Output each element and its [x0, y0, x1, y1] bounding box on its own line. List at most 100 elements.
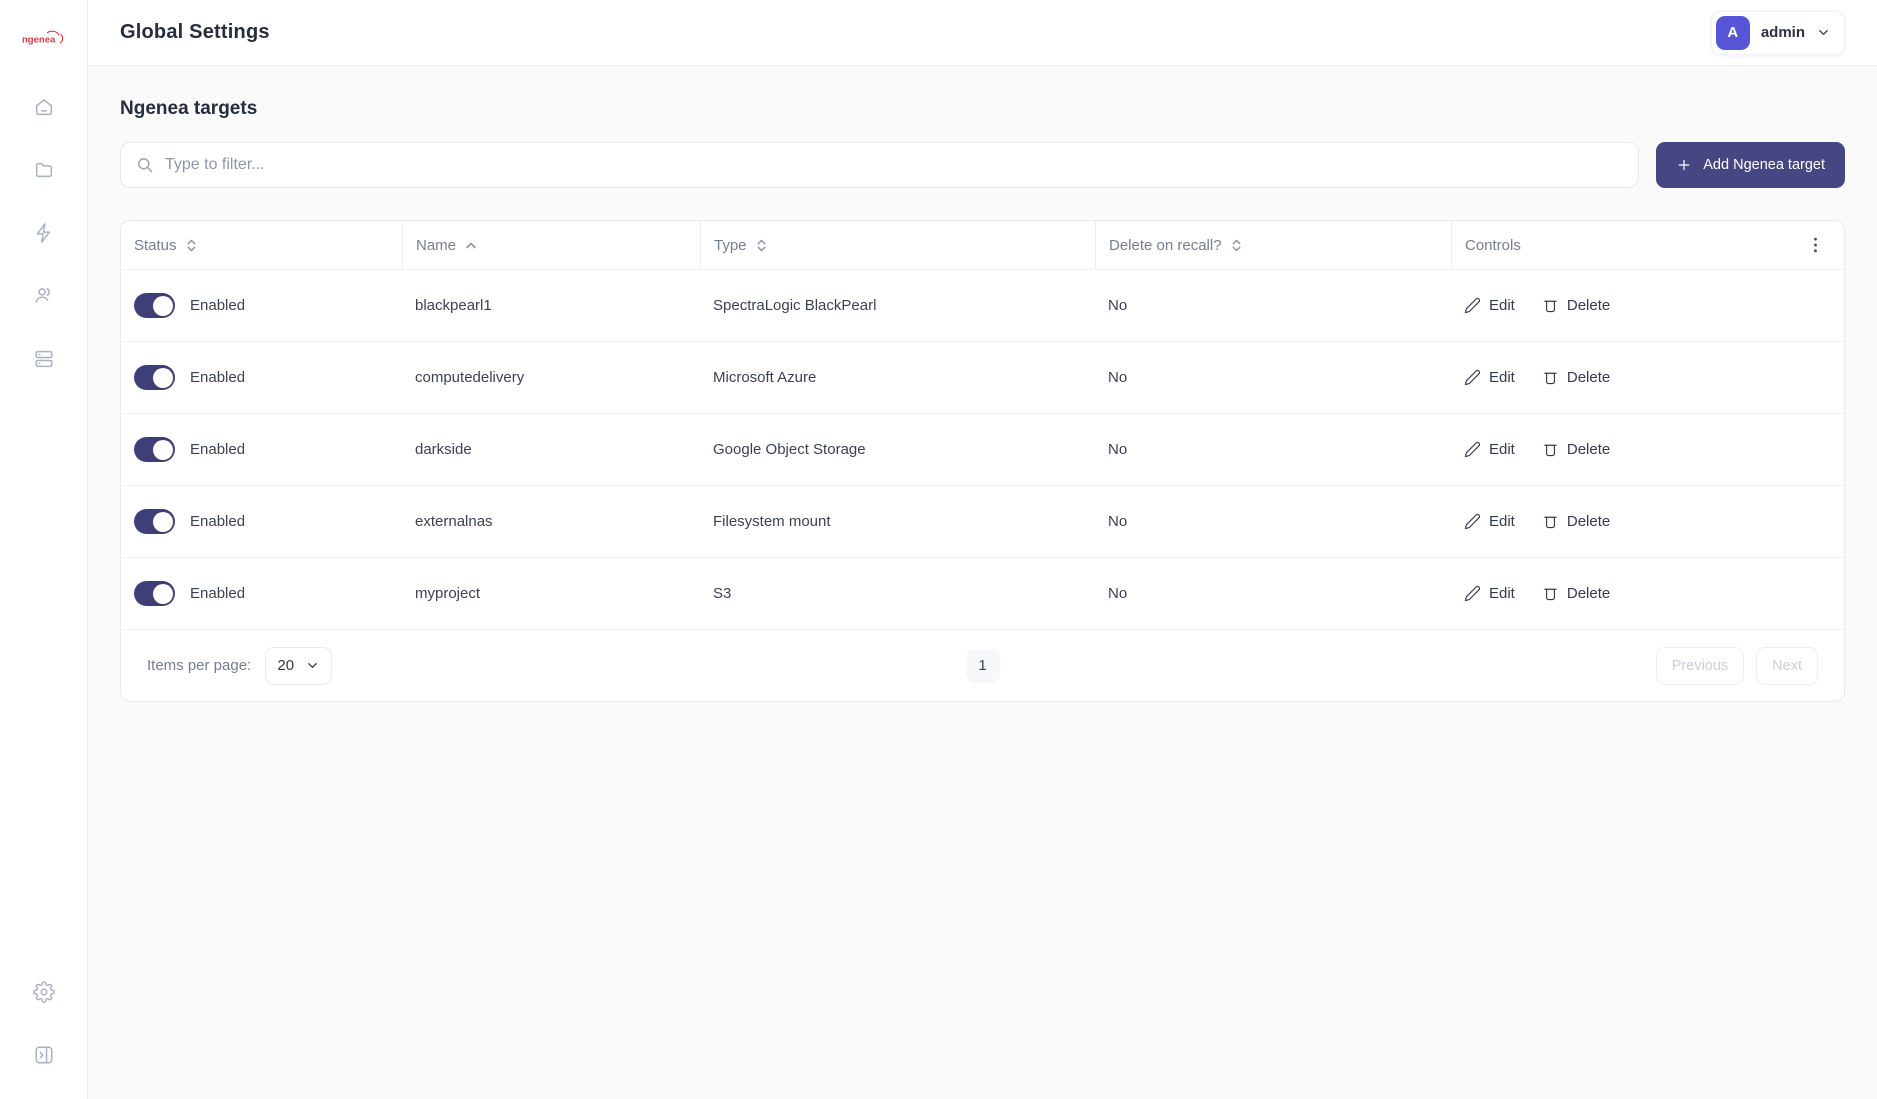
items-per-page-select[interactable]: 20 [265, 646, 333, 685]
ngenea-logo[interactable]: ngenea [20, 26, 68, 50]
page-title: Global Settings [120, 21, 270, 43]
delete-button[interactable]: Delete [1542, 369, 1610, 386]
status-toggle[interactable] [134, 581, 175, 606]
servers-icon[interactable] [33, 348, 55, 370]
chevron-down-icon [308, 663, 317, 668]
toolbar: Add Ngenea target [120, 142, 1845, 188]
pencil-icon [1464, 513, 1481, 530]
target-name: externalnas [415, 513, 493, 530]
toggle-knob [152, 439, 173, 460]
table-header-row: Status Name Type Delete on recall? Contr… [121, 221, 1844, 269]
pencil-icon [1464, 297, 1481, 314]
delete-button[interactable]: Delete [1542, 441, 1610, 458]
edit-button[interactable]: Edit [1464, 585, 1515, 602]
delete-button[interactable]: Delete [1542, 585, 1610, 602]
column-label: Controls [1465, 236, 1521, 254]
delete-label: Delete [1566, 513, 1611, 530]
collapse-panel-icon[interactable] [33, 1044, 55, 1066]
sidebar-nav [33, 96, 55, 370]
pencil-icon [1464, 585, 1481, 602]
next-page-button[interactable]: Next [1756, 646, 1818, 685]
delete-label: Delete [1566, 585, 1611, 602]
items-per-page-value: 20 [277, 657, 295, 674]
target-type: Google Object Storage [713, 441, 866, 458]
edit-label: Edit [1489, 297, 1515, 314]
toggle-knob [152, 295, 173, 316]
table-row: Enabled darkside Google Object Storage N… [121, 413, 1844, 485]
main-area: Global Settings A admin Ngenea targets A… [88, 0, 1877, 1099]
status-toggle[interactable] [134, 437, 175, 462]
status-toggle[interactable] [134, 509, 175, 534]
users-icon[interactable] [33, 285, 55, 307]
settings-gear-icon[interactable] [32, 981, 55, 1003]
user-name: admin [1760, 24, 1805, 41]
status-label: Enabled [190, 297, 246, 314]
folder-icon[interactable] [33, 159, 55, 181]
user-menu[interactable]: A admin [1710, 10, 1845, 55]
column-header-controls: Controls [1451, 221, 1844, 269]
delete-label: Delete [1566, 441, 1611, 458]
toggle-knob [152, 367, 173, 388]
edit-label: Edit [1489, 513, 1515, 530]
home-icon[interactable] [33, 96, 55, 118]
edit-button[interactable]: Edit [1464, 441, 1515, 458]
sidebar: ngenea [0, 0, 88, 1099]
avatar: A [1715, 15, 1750, 50]
target-type: Microsoft Azure [713, 369, 817, 386]
toggle-knob [152, 583, 173, 604]
status-label: Enabled [190, 369, 246, 386]
status-toggle[interactable] [134, 293, 175, 318]
trash-icon [1544, 300, 1557, 313]
target-name: computedelivery [415, 369, 525, 386]
edit-button[interactable]: Edit [1464, 369, 1515, 386]
edit-button[interactable]: Edit [1464, 513, 1515, 530]
targets-table: Status Name Type Delete on recall? Contr… [120, 220, 1845, 702]
table-footer: Items per page: 20 1 Previous Next [121, 629, 1844, 701]
add-button-label: Add Ngenea target [1703, 157, 1825, 173]
status-label: Enabled [190, 441, 246, 458]
items-per-page-label: Items per page: [147, 657, 252, 674]
delete-on-recall-value: No [1108, 585, 1128, 602]
delete-on-recall-value: No [1108, 441, 1128, 458]
search-icon [138, 158, 153, 173]
add-ngenea-target-button[interactable]: Add Ngenea target [1656, 142, 1845, 188]
table-row: Enabled externalnas Filesystem mount No … [121, 485, 1844, 557]
target-type: SpectraLogic BlackPearl [713, 297, 877, 314]
trash-icon [1544, 444, 1557, 457]
sidebar-bottom [32, 981, 55, 1066]
page-1-button[interactable]: 1 [965, 648, 1000, 683]
delete-button[interactable]: Delete [1542, 513, 1610, 530]
status-label: Enabled [190, 513, 246, 530]
plus-icon [1678, 159, 1690, 171]
column-label: Type [714, 236, 747, 254]
status-label: Enabled [190, 585, 246, 602]
column-header-type[interactable]: Type [700, 221, 1095, 269]
sort-both-icon [1232, 239, 1241, 251]
previous-page-button[interactable]: Previous [1655, 646, 1745, 685]
target-name: darkside [415, 441, 472, 458]
table-row: Enabled blackpearl1 SpectraLogic BlackPe… [121, 269, 1844, 341]
column-header-name[interactable]: Name [402, 221, 700, 269]
delete-label: Delete [1566, 297, 1611, 314]
column-label: Delete on recall? [1109, 236, 1222, 254]
filter-input[interactable] [165, 156, 1625, 174]
column-header-delete-on-recall[interactable]: Delete on recall? [1095, 221, 1451, 269]
lightning-icon[interactable] [33, 222, 55, 244]
edit-button[interactable]: Edit [1464, 297, 1515, 314]
status-toggle[interactable] [134, 365, 175, 390]
trash-icon [1544, 516, 1557, 529]
delete-button[interactable]: Delete [1542, 297, 1610, 314]
trash-icon [1544, 588, 1557, 601]
edit-label: Edit [1489, 369, 1515, 386]
section-title: Ngenea targets [120, 98, 258, 119]
column-header-status[interactable]: Status [121, 221, 402, 269]
sort-both-icon [757, 239, 765, 251]
column-label: Name [416, 236, 457, 254]
trash-icon [1544, 372, 1557, 385]
table-row: Enabled computedelivery Microsoft Azure … [121, 341, 1844, 413]
target-name: blackpearl1 [415, 297, 492, 314]
content-area: Ngenea targets Add Ngenea target Status … [88, 66, 1877, 1099]
target-name: myproject [415, 585, 481, 602]
table-options-kebab-icon[interactable] [1804, 229, 1826, 261]
pencil-icon [1464, 441, 1481, 458]
